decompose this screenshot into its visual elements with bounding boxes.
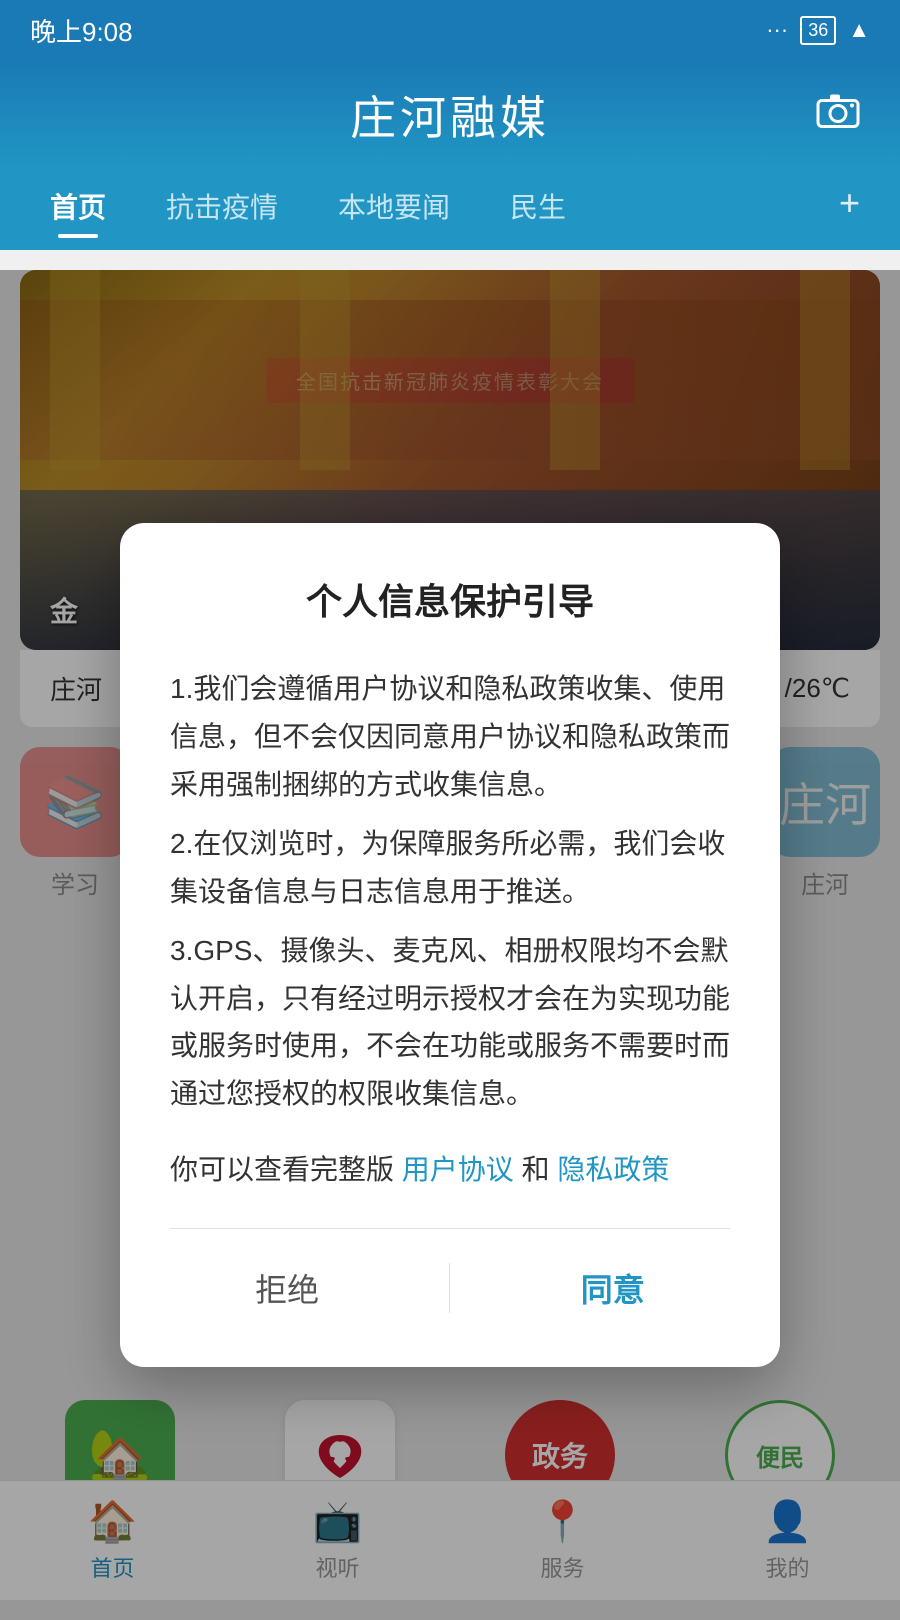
status-icons: ··· 36 ▲	[766, 16, 870, 45]
status-time: 晚上9:08	[30, 12, 133, 49]
modal-body-item-1: 1.我们会遵循用户协议和隐私政策收集、使用信息，但不会仅因同意用户协议和隐私政策…	[170, 665, 730, 808]
tab-livelihood[interactable]: 民生	[480, 170, 596, 238]
reject-button[interactable]: 拒绝	[215, 1249, 359, 1327]
tab-home[interactable]: 首页	[20, 170, 136, 238]
camera-button[interactable]	[816, 93, 860, 138]
user-agreement-link[interactable]: 用户协议	[402, 1154, 514, 1185]
privacy-dialog: 个人信息保护引导 1.我们会遵循用户协议和隐私政策收集、使用信息，但不会仅因同意…	[120, 523, 780, 1366]
modal-overlay: 个人信息保护引导 1.我们会遵循用户协议和隐私政策收集、使用信息，但不会仅因同意…	[0, 270, 900, 1620]
action-divider	[449, 1263, 450, 1313]
status-bar: 晚上9:08 ··· 36 ▲	[0, 0, 900, 60]
app-title: 庄河融媒	[350, 82, 550, 148]
modal-actions: 拒绝 同意	[170, 1239, 730, 1327]
signal-icon: ···	[766, 17, 788, 43]
modal-body: 1.我们会遵循用户协议和隐私政策收集、使用信息，但不会仅因同意用户协议和隐私政策…	[170, 665, 730, 1117]
modal-link-and: 和	[522, 1154, 550, 1185]
modal-divider	[170, 1228, 730, 1229]
tab-local-news[interactable]: 本地要闻	[308, 170, 480, 238]
add-tab-button[interactable]: +	[819, 170, 880, 236]
app-header: 庄河融媒	[0, 60, 900, 170]
modal-link-prefix: 你可以查看完整版	[170, 1154, 394, 1185]
nav-tabs: 首页 抗击疫情 本地要闻 民生 +	[0, 170, 900, 250]
modal-body-item-3: 3.GPS、摄像头、麦克风、相册权限均不会默认开启，只有经过明示授权才会在为实现…	[170, 927, 730, 1117]
modal-links: 你可以查看完整版 用户协议 和 隐私政策	[170, 1148, 730, 1188]
modal-body-item-2: 2.在仅浏览时，为保障服务所必需，我们会收集设备信息与日志信息用于推送。	[170, 820, 730, 915]
main-content: 全国抗击新冠肺炎疫情表彰大会 金 庄河 /26℃ 📚 学习 庄河	[0, 270, 900, 1620]
modal-title: 个人信息保护引导	[170, 573, 730, 625]
battery-icon: 36	[800, 16, 836, 45]
privacy-policy-link[interactable]: 隐私政策	[557, 1154, 669, 1185]
tab-epidemic[interactable]: 抗击疫情	[136, 170, 308, 238]
wifi-icon: ▲	[848, 17, 870, 43]
agree-button[interactable]: 同意	[541, 1249, 685, 1327]
